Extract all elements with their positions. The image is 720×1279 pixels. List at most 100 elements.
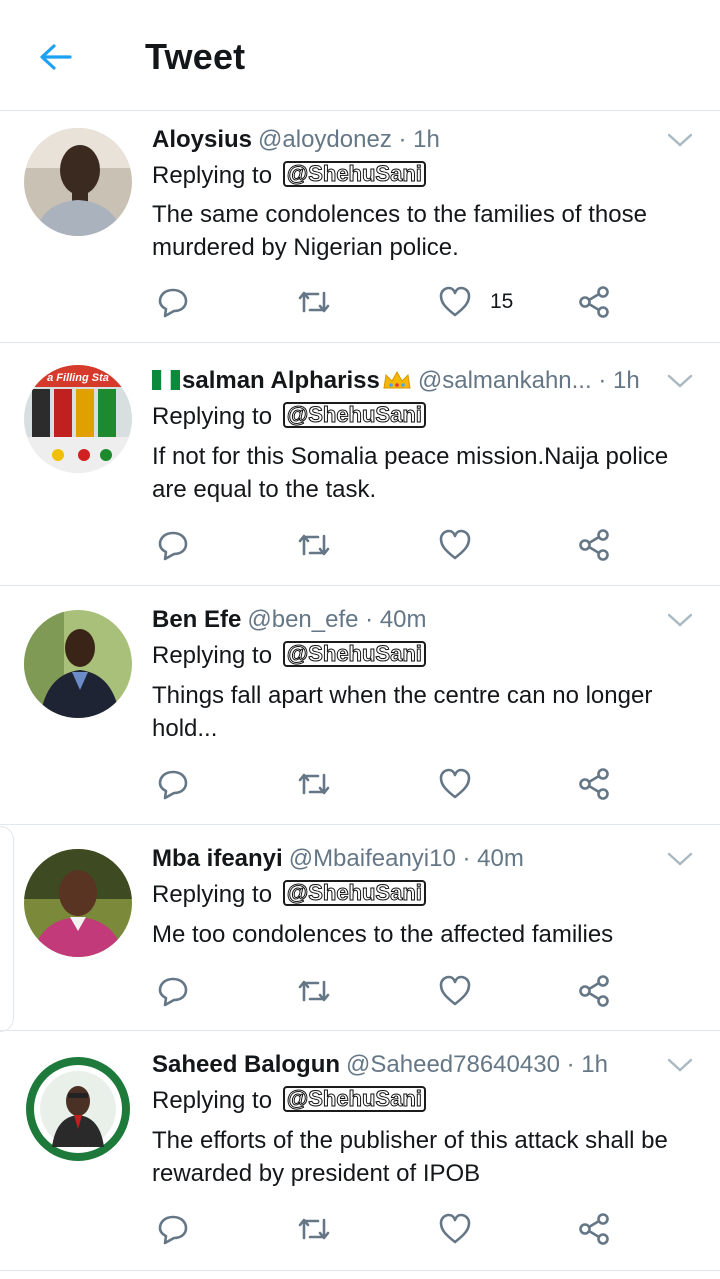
crown-icon xyxy=(382,367,412,389)
replying-to: Replying to @ShehuSani xyxy=(152,1085,426,1117)
replying-to: Replying to @ShehuSani xyxy=(152,640,426,672)
back-button[interactable] xyxy=(36,38,76,78)
chevron-down-icon xyxy=(667,852,693,866)
tweet-header: Saheed Balogun @Saheed78640430 · 1h xyxy=(152,1049,608,1081)
share-icon xyxy=(579,529,609,561)
tweet[interactable]: Saheed Balogun @Saheed78640430 · 1h Reply… xyxy=(0,1031,720,1271)
tweet-menu-button[interactable] xyxy=(666,610,694,630)
arrow-left-icon xyxy=(40,44,72,70)
reply-icon xyxy=(158,977,188,1007)
heart-icon xyxy=(439,529,471,560)
replying-to-label: Replying to xyxy=(152,642,273,669)
reply-button[interactable] xyxy=(156,764,190,804)
share-icon xyxy=(579,768,609,800)
display-name[interactable]: salman Alphariss xyxy=(182,367,380,394)
share-button[interactable] xyxy=(578,971,612,1011)
share-icon xyxy=(579,286,609,318)
chevron-down-icon xyxy=(667,374,693,388)
retweet-icon xyxy=(298,1218,330,1240)
tweet-actions xyxy=(152,971,622,1011)
display-name[interactable]: Mba ifeanyi xyxy=(152,845,283,872)
like-button[interactable] xyxy=(438,1209,472,1249)
like-button[interactable] xyxy=(438,764,472,804)
heart-icon xyxy=(439,286,471,317)
mention-link[interactable]: @ShehuSani xyxy=(282,641,426,667)
mention-link[interactable]: @ShehuSani xyxy=(282,161,426,187)
avatar[interactable] xyxy=(24,1055,132,1163)
reply-button[interactable] xyxy=(156,971,190,1011)
reply-button[interactable] xyxy=(156,282,190,322)
timestamp: · 40m xyxy=(365,606,427,633)
tweet-header: Mba ifeanyi @Mbaifeanyi10 · 40m xyxy=(152,843,524,875)
nigeria-flag-icon xyxy=(152,367,180,390)
replying-to-label: Replying to xyxy=(152,881,273,908)
user-handle[interactable]: @ben_efe xyxy=(247,606,358,633)
avatar[interactable]: a Filling Sta xyxy=(24,365,132,473)
reply-icon xyxy=(158,770,188,800)
tweet[interactable]: a Filling Sta salman Alphariss @salmankah… xyxy=(0,343,720,586)
display-name[interactable]: Ben Efe xyxy=(152,606,241,633)
timestamp: · 1h xyxy=(598,367,640,394)
reply-icon xyxy=(158,1215,188,1245)
user-handle[interactable]: @Saheed78640430 xyxy=(346,1051,560,1078)
tweet-text: Me too condolences to the affected famil… xyxy=(152,921,614,948)
user-handle[interactable]: @aloydonez xyxy=(258,126,392,153)
display-name[interactable]: Saheed Balogun xyxy=(152,1051,340,1078)
avatar[interactable] xyxy=(24,128,132,236)
retweet-icon xyxy=(298,773,330,795)
timestamp: · 1h xyxy=(398,126,440,153)
like-button[interactable]: 15 xyxy=(438,282,513,322)
retweet-button[interactable] xyxy=(296,764,332,804)
like-button[interactable] xyxy=(438,525,472,565)
reply-button[interactable] xyxy=(156,1209,190,1249)
heart-icon xyxy=(439,1213,471,1244)
user-handle[interactable]: @Mbaifeanyi10 xyxy=(289,845,456,872)
avatar-banner-text: a Filling Sta xyxy=(47,372,109,384)
page-title: Tweet xyxy=(145,36,246,77)
avatar[interactable] xyxy=(24,610,132,718)
display-name[interactable]: Aloysius xyxy=(152,126,252,153)
share-button[interactable] xyxy=(578,1209,612,1249)
retweet-button[interactable] xyxy=(296,525,332,565)
reply-button[interactable] xyxy=(156,525,190,565)
retweet-button[interactable] xyxy=(296,971,332,1011)
tweet[interactable]: Aloysius @aloydonez · 1h Replying to @She… xyxy=(0,112,720,343)
share-icon xyxy=(579,975,609,1007)
retweet-icon xyxy=(298,980,330,1002)
tweet-menu-button[interactable] xyxy=(666,849,694,869)
replying-to: Replying to @ShehuSani xyxy=(152,879,426,911)
chevron-down-icon xyxy=(667,1058,693,1072)
mention-link[interactable]: @ShehuSani xyxy=(282,402,426,428)
retweet-icon xyxy=(298,534,330,556)
tweet-text: The efforts of the publisher of this att… xyxy=(152,1127,668,1187)
tweet[interactable]: Ben Efe @ben_efe · 40m Replying to @Shehu… xyxy=(0,586,720,825)
tweet-actions xyxy=(152,1209,622,1249)
share-button[interactable] xyxy=(578,525,612,565)
tweet-text: Things fall apart when the centre can no… xyxy=(152,682,653,742)
tweet-menu-button[interactable] xyxy=(666,1055,694,1075)
avatar[interactable] xyxy=(24,849,132,957)
top-bar: Tweet xyxy=(0,0,720,111)
retweet-button[interactable] xyxy=(296,1209,332,1249)
tweet-actions xyxy=(152,525,622,565)
tweet-menu-button[interactable] xyxy=(666,130,694,150)
user-handle[interactable]: @salmankahn... xyxy=(418,367,592,394)
tweet-actions: 15 xyxy=(152,282,622,322)
tweet[interactable]: Mba ifeanyi @Mbaifeanyi10 · 40m Replying … xyxy=(0,825,720,1031)
heart-icon xyxy=(439,975,471,1006)
heart-icon xyxy=(439,768,471,799)
mention-link[interactable]: @ShehuSani xyxy=(282,1086,426,1112)
share-button[interactable] xyxy=(578,764,612,804)
reply-icon xyxy=(158,531,188,561)
replying-to-label: Replying to xyxy=(152,403,273,430)
like-button[interactable] xyxy=(438,971,472,1011)
tweet-menu-button[interactable] xyxy=(666,371,694,391)
share-button[interactable] xyxy=(578,282,612,322)
timestamp: · 40m xyxy=(462,845,524,872)
retweet-icon xyxy=(298,291,330,313)
replying-to-label: Replying to xyxy=(152,1087,273,1114)
replying-to: Replying to @ShehuSani xyxy=(152,401,426,433)
mention-link[interactable]: @ShehuSani xyxy=(282,880,426,906)
retweet-button[interactable] xyxy=(296,282,332,322)
tweet-header: Aloysius @aloydonez · 1h xyxy=(152,124,440,156)
